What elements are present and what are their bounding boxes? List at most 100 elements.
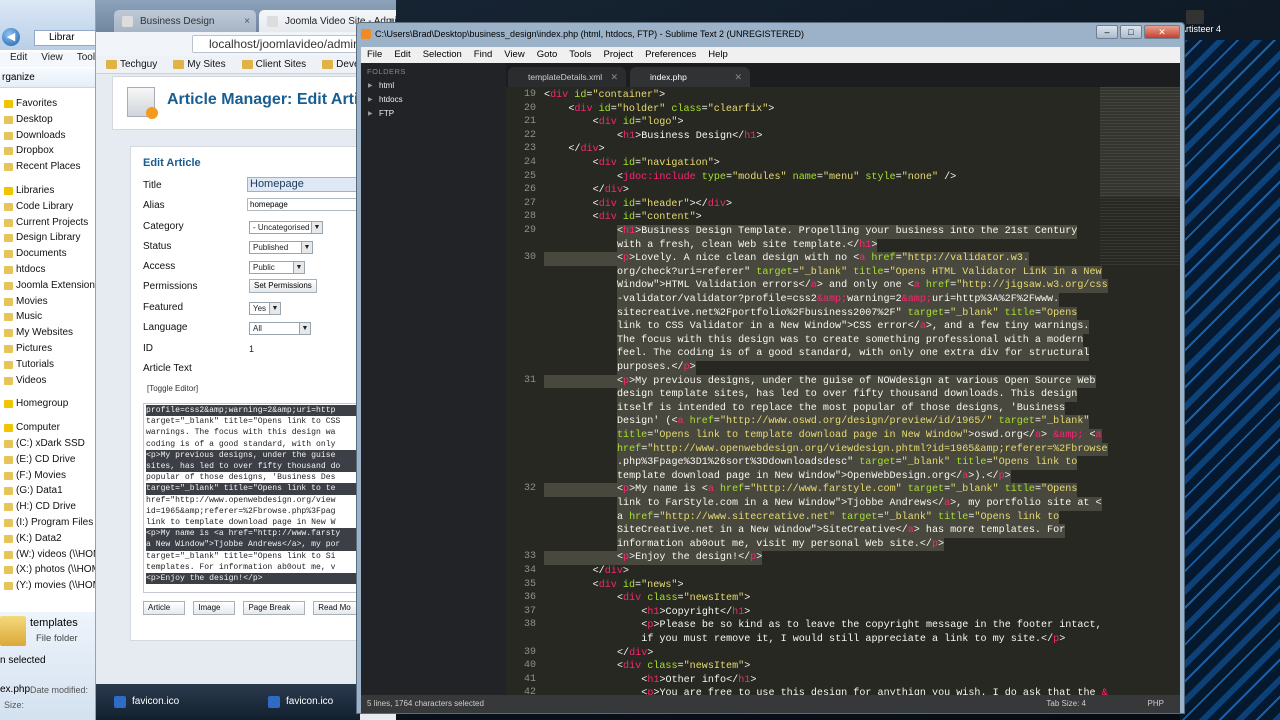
code-line[interactable]: a href="http://www.sitecreative.net" tar… xyxy=(616,510,1060,525)
menu-item[interactable]: Preferences xyxy=(645,47,696,63)
category-select[interactable]: - Uncategorised - ▼ xyxy=(249,221,323,234)
code-line[interactable]: <div id="navigation"> xyxy=(593,157,720,171)
tree-item[interactable]: Code Library xyxy=(0,199,95,215)
access-select[interactable]: Public ▼ xyxy=(249,261,305,274)
tree-item[interactable]: Favorites xyxy=(0,96,95,112)
code-line[interactable]: link to CSS Validator in a New Window">C… xyxy=(616,320,1090,334)
bookmark-item[interactable]: Client Sites xyxy=(241,56,306,73)
organize-button[interactable]: rganize xyxy=(0,68,95,88)
code-line[interactable]: with a fresh, clean Web site template.</… xyxy=(616,238,878,253)
tree-item[interactable]: Recent Places xyxy=(0,159,95,175)
code-line[interactable]: <p>My name is <a href="http://www.farsty… xyxy=(544,483,1078,497)
tree-item[interactable]: Computer xyxy=(0,420,95,436)
code-line[interactable]: <div id="holder" class="clearfix"> xyxy=(568,103,774,117)
code-line[interactable]: link to FarStyle.com in a New Window">Tj… xyxy=(616,497,1102,511)
code-line[interactable]: <div class="newsItem"> xyxy=(617,660,750,674)
code-line[interactable]: </div> xyxy=(568,143,604,157)
taskbar-item[interactable]: favicon.ico xyxy=(102,688,242,716)
tree-item[interactable]: Music xyxy=(0,309,95,325)
artisteer-desktop-icon[interactable]: Artisteer 4 xyxy=(1180,10,1221,34)
code-line[interactable]: <h1>Copyright</h1> xyxy=(641,606,750,620)
menu-item[interactable]: Project xyxy=(603,47,633,63)
explorer-menu-item[interactable]: Edit xyxy=(10,52,27,67)
code-editor[interactable]: 19 20 21 22 23 24 25 26 27 28 29 30 31 32 33 34 35 36 37 38… xyxy=(506,87,1180,695)
folder-ftp[interactable]: FTP xyxy=(368,109,394,118)
tree-item[interactable]: (Y:) movies (\\HOM xyxy=(0,578,95,594)
code-line[interactable]: SiteCreative.net in a New Window">SiteCr… xyxy=(616,524,1066,538)
code-line[interactable]: Window">HTML Validation errors</a> and o… xyxy=(616,279,1108,293)
menu-item[interactable]: Help xyxy=(708,47,728,63)
tree-item[interactable]: Movies xyxy=(0,294,95,310)
code-line[interactable]: <jdoc:include type="modules" name="menu"… xyxy=(617,171,956,185)
tree-item[interactable]: (C:) xDark SSD xyxy=(0,436,95,452)
code-line[interactable]: <div id="container"> xyxy=(544,89,665,103)
explorer-menu-item[interactable]: View xyxy=(41,52,63,67)
code-line[interactable]: <p>My previous designs, under the guise … xyxy=(544,374,1096,389)
minimap[interactable] xyxy=(1100,87,1180,267)
code-line[interactable]: </div> xyxy=(593,565,629,579)
close-icon[interactable]: ✕ xyxy=(734,67,742,87)
menu-item[interactable]: Edit xyxy=(394,47,410,63)
tree-item[interactable]: (G:) Data1 xyxy=(0,483,95,499)
back-icon[interactable]: ◀ xyxy=(2,28,20,46)
featured-select[interactable]: Yes ▼ xyxy=(249,302,281,315)
code-line[interactable]: <p>You are free to use this design for a… xyxy=(641,687,1107,695)
tree-item[interactable]: Dropbox xyxy=(0,143,95,159)
code-line[interactable]: design template sites, has led to over f… xyxy=(616,388,1078,402)
code-line[interactable]: <div id="header"></div> xyxy=(593,198,732,212)
code-line[interactable]: <h1>Other info</h1> xyxy=(641,674,756,688)
code-line[interactable]: <div id="news"> xyxy=(593,579,684,593)
tree-item[interactable]: My Websites xyxy=(0,325,95,341)
code-line[interactable]: <div id="content"> xyxy=(593,211,702,225)
tree-item[interactable]: (W:) videos (\\HOM xyxy=(0,547,95,563)
tree-item[interactable]: Joomla Extensions xyxy=(0,278,95,294)
code-line[interactable]: sitecreative.net%2Fportfolio%2Fbusiness2… xyxy=(616,306,1078,321)
tree-item[interactable]: (I:) Program Files xyxy=(0,515,95,531)
code-line[interactable]: title="Opens link to template download p… xyxy=(616,429,1102,443)
menu-item[interactable]: View xyxy=(504,47,524,63)
tree-item[interactable]: Documents xyxy=(0,246,95,262)
code-line[interactable]: information ab0out me, visit my personal… xyxy=(616,537,945,552)
status-select[interactable]: Published ▼ xyxy=(249,241,313,254)
tree-item[interactable]: htdocs xyxy=(0,262,95,278)
folder-html[interactable]: html xyxy=(368,81,394,90)
code-line[interactable]: purposes.</p> xyxy=(616,361,696,375)
set-permissions-button[interactable]: Set Permissions xyxy=(249,279,317,293)
code-line[interactable]: href="http://www.openwebdesign.org/viewd… xyxy=(616,442,1108,457)
code-line[interactable]: <h1>Business Design</h1> xyxy=(617,130,762,144)
code-line[interactable]: <div class="newsItem"> xyxy=(617,592,750,606)
menu-item[interactable]: Tools xyxy=(569,47,591,63)
close-icon[interactable]: × xyxy=(244,10,250,34)
code-line[interactable]: template download page in New Window">Op… xyxy=(616,469,1011,484)
menu-item[interactable]: Find xyxy=(474,47,492,63)
editor-button[interactable]: Article xyxy=(143,601,186,615)
syntax-indicator[interactable]: PHP xyxy=(1148,695,1164,713)
maximize-button[interactable]: □ xyxy=(1120,25,1142,39)
explorer-menu-item[interactable]: Tools xyxy=(77,52,95,67)
code-lines[interactable]: <div id="container"> <div id="holder" cla… xyxy=(544,87,1108,695)
code-line[interactable]: Design' (<a href="http://www.oswd.org/de… xyxy=(616,415,1090,429)
editor-button[interactable]: Page Break xyxy=(243,601,306,615)
browser-tab[interactable]: Business Design × xyxy=(114,10,256,34)
tree-item[interactable]: Videos xyxy=(0,373,95,389)
tree-item[interactable]: Design Library xyxy=(0,230,95,246)
tree-item[interactable]: (E:) CD Drive xyxy=(0,452,95,468)
code-line[interactable]: org/check?uri=referer" target="_blank" t… xyxy=(616,265,1102,280)
tree-item[interactable]: (K:) Data2 xyxy=(0,531,95,547)
tree-item[interactable]: Current Projects xyxy=(0,215,95,231)
code-line[interactable]: -validator/validator?profile=css2&amp;wa… xyxy=(616,293,1060,307)
tree-item[interactable]: Downloads xyxy=(0,128,95,144)
menu-item[interactable]: File xyxy=(367,47,382,63)
tree-item[interactable]: (H:) CD Drive xyxy=(0,499,95,515)
code-line[interactable]: itself is intended to replace the most p… xyxy=(616,401,1066,416)
code-line[interactable]: </div> xyxy=(617,647,653,661)
menu-item[interactable]: Goto xyxy=(537,47,558,63)
code-line[interactable]: if you must remove it, I would still app… xyxy=(641,633,1065,647)
tab-templatedetails[interactable]: templateDetails.xml ✕ xyxy=(508,67,626,87)
code-line[interactable]: <h1>Business Design Template. Propelling… xyxy=(616,225,1078,239)
code-line[interactable]: <div id="logo"> xyxy=(593,116,684,130)
toggle-editor-link[interactable]: [Toggle Editor] xyxy=(147,384,198,393)
tree-item[interactable]: Desktop xyxy=(0,112,95,128)
tree-item[interactable]: Homegroup xyxy=(0,396,95,412)
tree-item[interactable]: Libraries xyxy=(0,183,95,199)
